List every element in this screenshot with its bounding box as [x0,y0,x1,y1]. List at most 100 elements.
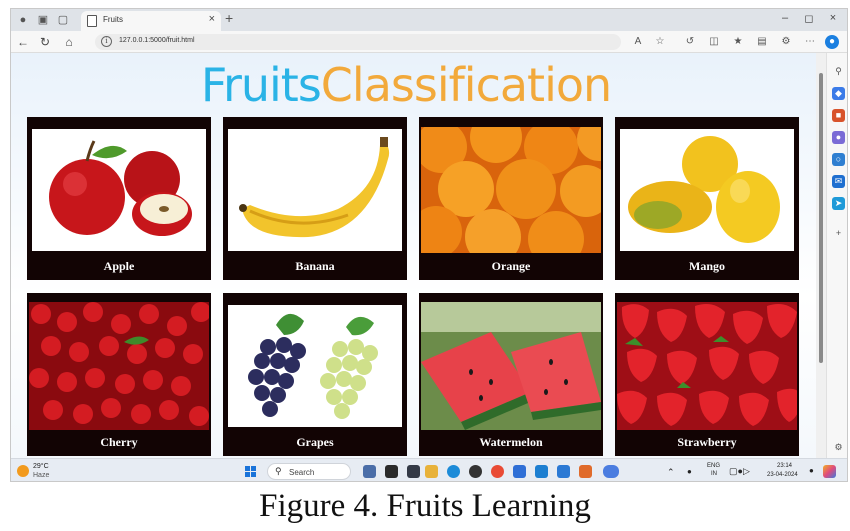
taskbar-chrome-icon[interactable] [491,465,504,478]
page-title-part-1: Fruits [200,58,322,112]
sidebar-add-icon[interactable]: + [832,227,845,240]
copilot-icon[interactable]: ● [825,35,839,49]
page-content: FruitsClassification Apple Banana Orange… [11,53,816,458]
scrollbar-thumb[interactable] [819,73,823,363]
watermelon-image [421,302,601,430]
windows-start-icon[interactable] [245,466,257,478]
figure-caption: Figure 4. Fruits Learning [259,488,591,524]
sidebar-search-icon[interactable]: ⚲ [832,65,845,78]
favorite-star-icon[interactable]: ☆ [653,35,667,49]
fruit-label: Watermelon [479,435,543,449]
system-tray: ⌃ ● ENG IN ▢●▷ 23:14 23-04-2024 ● [653,461,843,481]
fruit-label: Orange [491,259,531,273]
fruit-card-watermelon[interactable]: Watermelon [419,293,603,456]
sidebar-outlook-icon[interactable]: ✉ [832,175,845,188]
refresh-page-icon[interactable]: ↺ [683,35,697,49]
page-title: FruitsClassification [11,57,801,113]
new-tab-button[interactable]: + [225,10,233,26]
fruit-card-grapes[interactable]: Grapes [223,293,407,456]
back-icon[interactable]: ← [15,34,31,50]
sidebar-people-icon[interactable]: ● [832,131,845,144]
url-text: 127.0.0.1:5000/fruit.html [119,37,195,44]
browser-window: ● ▣ ▢ Fruits × + – ◻ × ← ↻ ⌂ i 127.0.0.1… [10,8,848,482]
fruit-card-cherry[interactable]: Cherry [27,293,211,456]
tray-notification-icon[interactable]: ● [809,466,814,475]
apple-image [32,129,206,251]
refresh-icon[interactable]: ↻ [37,34,53,50]
profile-icon[interactable]: ● [15,12,31,28]
banana-image [228,129,402,251]
home-icon[interactable]: ⌂ [61,34,77,50]
sidebar-briefcase-icon[interactable]: ■ [832,109,845,122]
search-placeholder: Search [289,468,315,477]
favorites-icon[interactable]: ★ [731,35,745,49]
sidebar-settings-icon[interactable]: ⚙ [832,441,845,454]
weather-temperature: 29°C [33,463,49,470]
taskbar-vscode-icon[interactable] [557,465,570,478]
sidebar-tag-icon[interactable]: ◆ [832,87,845,100]
fruit-card-banana[interactable]: Banana [223,117,407,280]
taskbar-teams-icon[interactable] [603,465,619,478]
sidebar-office-icon[interactable]: ○ [832,153,845,166]
taskbar-search-input[interactable]: ⚲ Search [267,463,351,480]
sidebar-send-icon[interactable]: ➤ [832,197,845,210]
tray-language[interactable]: ENG [707,463,720,469]
close-tab-icon[interactable]: × [209,13,215,25]
grapes-image [228,305,402,427]
tray-copilot-icon[interactable] [823,465,836,478]
taskbar: 29°C Haze ⚲ Search ⌃ ● ENG IN ▢●▷ 23:14 … [11,458,847,481]
close-window-icon[interactable]: × [825,12,841,24]
fruit-card-apple[interactable]: Apple [27,117,211,280]
fruit-card-strawberry[interactable]: Strawberry [615,293,799,456]
page-title-part-2: Classification [320,58,612,112]
taskbar-app2-icon[interactable] [513,465,526,478]
taskbar-app3-icon[interactable] [535,465,548,478]
tray-network-icon[interactable]: ▢●▷ [729,466,750,477]
taskbar-task-view-icon[interactable] [385,465,398,478]
more-menu-icon[interactable]: ⋯ [803,35,817,49]
fruit-label: Strawberry [677,435,737,449]
tab-title: Fruits [103,15,123,24]
fruit-label: Cherry [100,435,138,449]
orange-image [421,127,601,253]
taskbar-edge-icon[interactable] [447,465,460,478]
fruit-card-mango[interactable]: Mango [615,117,799,280]
fruit-label: Apple [103,259,135,273]
taskbar-obs-icon[interactable] [469,465,482,478]
tab-bar: ● ▣ ▢ Fruits × + – ◻ × [11,9,847,31]
taskbar-widgets-icon[interactable] [363,465,376,478]
tray-date[interactable]: 23-04-2024 [767,472,798,478]
split-screen-icon[interactable]: ◫ [707,35,721,49]
fruit-label: Banana [295,259,335,273]
fruit-label: Grapes [296,435,334,449]
browser-sidebar: ⚲ ◆ ■ ● ○ ✉ ➤ + ⚙ [826,53,847,458]
taskbar-git-icon[interactable] [579,465,592,478]
extensions-icon[interactable]: ⚙ [779,35,793,49]
minimize-icon[interactable]: – [777,12,793,24]
weather-icon [17,465,29,477]
tab-actions-icon[interactable]: ▢ [55,12,71,28]
fruit-label: Mango [689,259,725,273]
page-icon [87,15,97,27]
search-icon: ⚲ [275,466,282,476]
cherry-image [29,302,209,430]
strawberry-image [617,302,797,430]
maximize-icon[interactable]: ◻ [801,12,817,25]
collections-icon[interactable]: ▤ [755,35,769,49]
taskbar-app-icon[interactable] [407,465,420,478]
address-toolbar: ← ↻ ⌂ i 127.0.0.1:5000/fruit.html A ☆ ↺ … [11,31,847,53]
taskbar-file-explorer-icon[interactable] [425,465,438,478]
site-info-icon[interactable]: i [101,36,112,47]
weather-condition: Haze [33,472,50,479]
tray-mic-icon[interactable]: ● [687,467,692,476]
tab-fruits[interactable]: Fruits × [81,11,221,31]
read-aloud-icon[interactable]: A [631,35,645,49]
workspaces-icon[interactable]: ▣ [35,12,51,28]
tray-region[interactable]: IN [711,471,717,477]
mango-image [620,129,794,251]
page-scrollbar[interactable] [816,53,826,458]
tray-chevron-up-icon[interactable]: ⌃ [667,467,675,478]
fruit-card-orange[interactable]: Orange [419,117,603,280]
address-bar[interactable]: i 127.0.0.1:5000/fruit.html [95,34,621,50]
tray-time[interactable]: 23:14 [777,463,792,469]
